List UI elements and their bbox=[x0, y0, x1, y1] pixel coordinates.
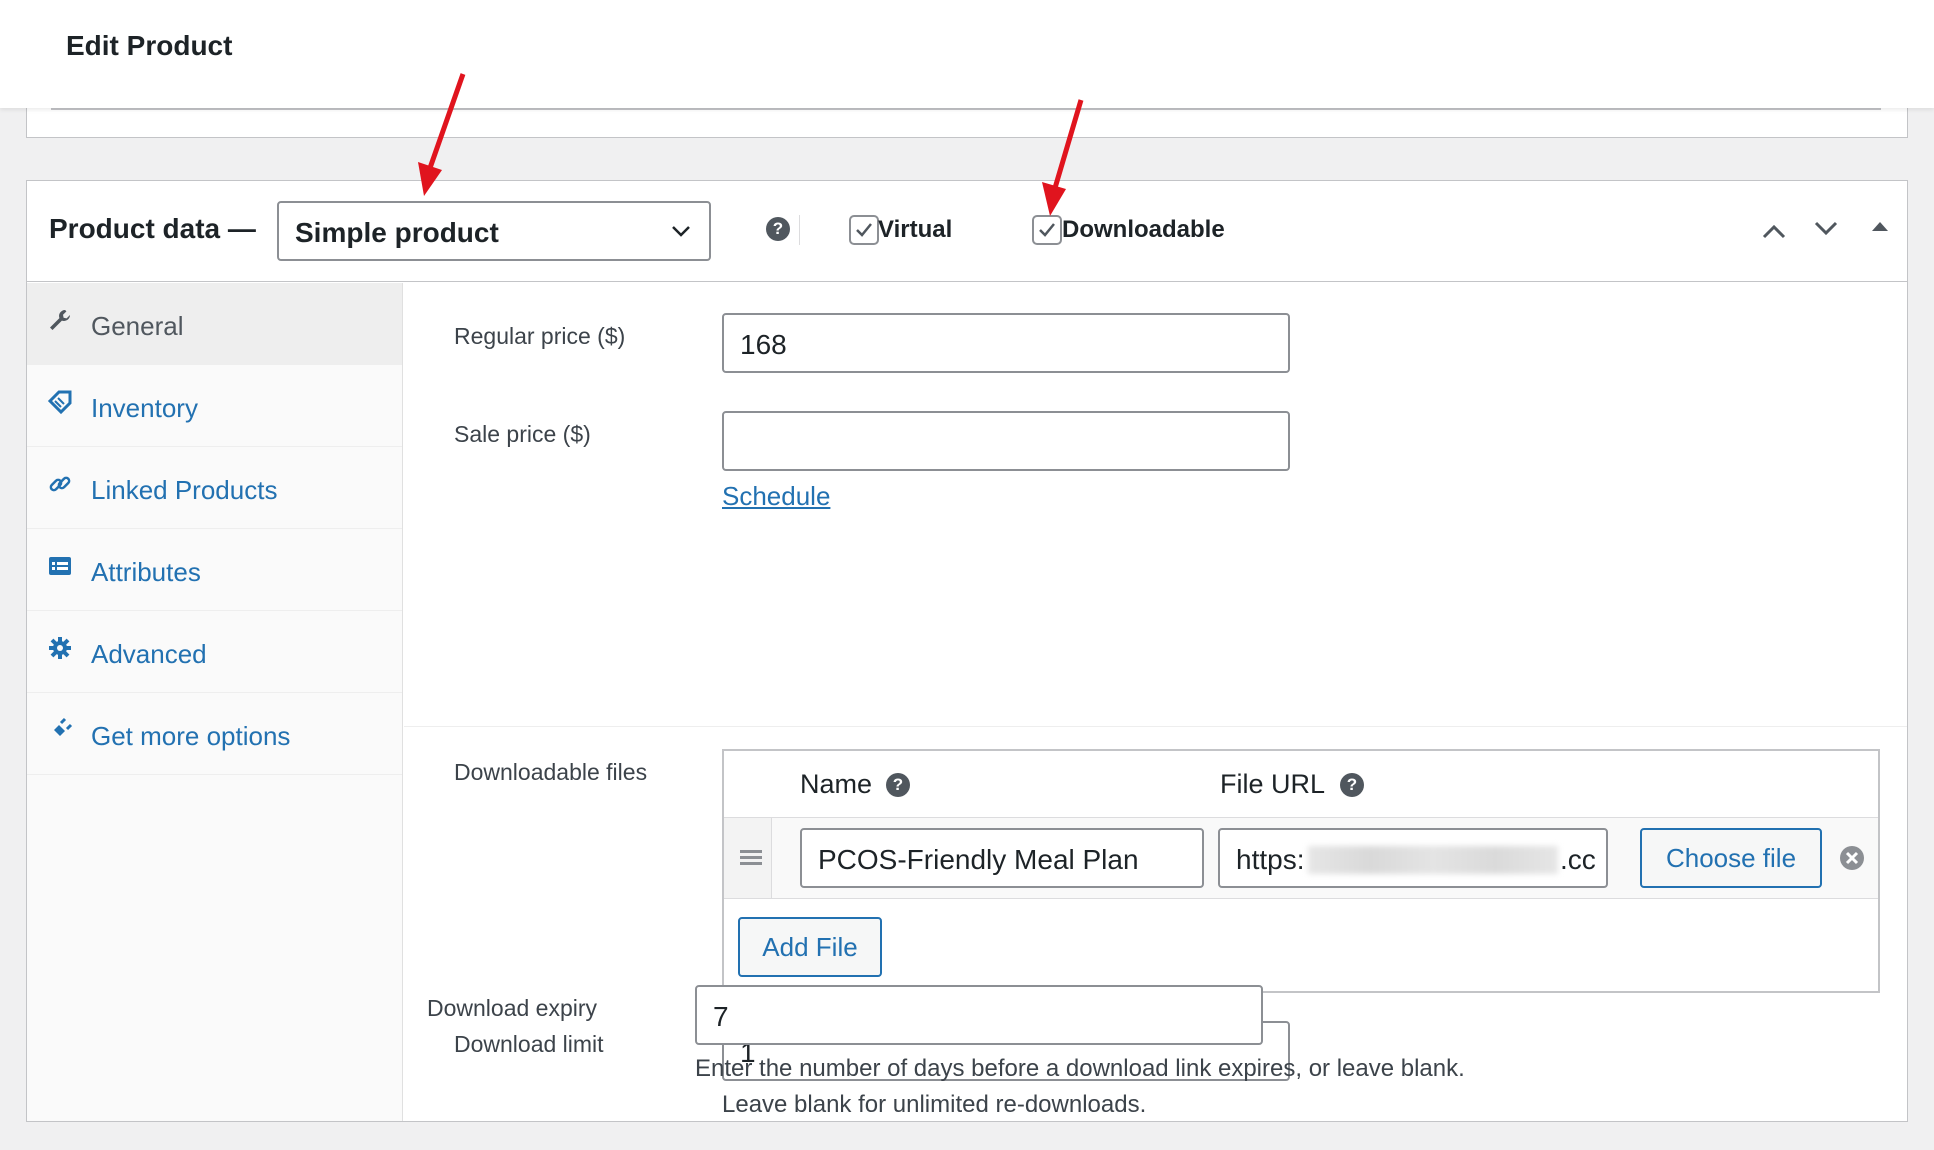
tab-advanced[interactable]: Advanced bbox=[27, 611, 402, 693]
checkmark-icon bbox=[1039, 223, 1055, 237]
product-type-select[interactable]: Simple product bbox=[277, 201, 711, 261]
virtual-checkbox[interactable] bbox=[849, 215, 879, 245]
tab-label: Linked Products bbox=[91, 475, 278, 505]
list-icon bbox=[49, 557, 71, 575]
file-name-input[interactable]: PCOS-Friendly Meal Plan bbox=[800, 828, 1204, 888]
page-title: Edit Product bbox=[66, 30, 233, 61]
choose-file-button[interactable]: Choose file bbox=[1640, 828, 1822, 888]
schedule-link[interactable]: Schedule bbox=[722, 481, 830, 512]
divider bbox=[404, 726, 1907, 727]
tab-label: Get more options bbox=[91, 721, 291, 751]
table-row: PCOS-Friendly Meal Plan https: .cc Choos… bbox=[724, 817, 1878, 899]
product-type-value: Simple product bbox=[295, 217, 499, 248]
file-url-input[interactable]: https: .cc bbox=[1218, 828, 1608, 888]
annotation-arrow-icon bbox=[1042, 99, 1084, 216]
downloadable-label: Downloadable bbox=[1062, 216, 1225, 243]
tag-icon bbox=[47, 390, 72, 415]
redacted-url-blur bbox=[1308, 846, 1558, 874]
product-data-header: Product data — Simple product ? Virtual … bbox=[27, 181, 1907, 282]
drag-handle-icon[interactable] bbox=[724, 818, 772, 898]
gear-icon bbox=[49, 637, 71, 659]
chevron-down-icon[interactable] bbox=[1811, 213, 1841, 243]
column-header-file-url: File URL bbox=[1220, 769, 1326, 799]
file-url-end: .cc bbox=[1560, 844, 1596, 875]
download-expiry-value: 7 bbox=[713, 1001, 729, 1032]
downloadable-files-table: Name ? File URL ? PCOS-Friendly Meal Pla… bbox=[722, 749, 1880, 993]
file-name-value: PCOS-Friendly Meal Plan bbox=[818, 844, 1139, 875]
download-expiry-label: Download expiry bbox=[427, 995, 598, 1021]
collapse-triangle-icon[interactable] bbox=[1865, 211, 1895, 241]
chevron-down-icon bbox=[672, 226, 690, 237]
tab-inventory[interactable]: Inventory bbox=[27, 365, 402, 447]
tab-linked-products[interactable]: Linked Products bbox=[27, 447, 402, 529]
top-bar: Edit Product bbox=[0, 0, 1934, 108]
download-expiry-section: Download expiry 7 Enter the number of da… bbox=[404, 960, 1904, 1100]
annotation-arrow-icon bbox=[418, 73, 466, 196]
checkmark-icon bbox=[856, 223, 872, 237]
sale-price-label: Sale price ($) bbox=[454, 421, 591, 447]
regular-price-input[interactable]: 168 bbox=[722, 313, 1290, 373]
tab-label: Inventory bbox=[91, 393, 198, 423]
file-url-start: https: bbox=[1236, 844, 1305, 875]
regular-price-value: 168 bbox=[740, 329, 787, 360]
regular-price-label: Regular price ($) bbox=[454, 323, 626, 349]
virtual-label: Virtual bbox=[878, 216, 953, 243]
remove-row-icon[interactable] bbox=[1838, 844, 1866, 872]
tab-attributes[interactable]: Attributes bbox=[27, 529, 402, 611]
download-expiry-input[interactable]: 7 bbox=[695, 985, 1263, 1045]
downloadable-files-label: Downloadable files bbox=[454, 759, 648, 785]
sale-price-input[interactable] bbox=[722, 411, 1290, 471]
download-expiry-description: Enter the number of days before a downlo… bbox=[695, 1055, 1465, 1082]
column-header-name: Name bbox=[800, 769, 873, 799]
tab-label: General bbox=[91, 311, 184, 341]
chevron-up-icon[interactable] bbox=[1759, 217, 1789, 247]
divider bbox=[799, 215, 800, 245]
product-data-label: Product data — bbox=[49, 213, 256, 244]
wrench-icon bbox=[50, 310, 70, 330]
tab-label: Advanced bbox=[91, 639, 207, 669]
help-icon[interactable]: ? bbox=[766, 217, 790, 241]
link-icon bbox=[49, 476, 71, 492]
product-data-tabs: General Inventory Linked Products Attrib… bbox=[27, 283, 403, 1121]
tab-get-more-options[interactable]: Get more options bbox=[27, 693, 402, 775]
help-icon[interactable]: ? bbox=[886, 773, 910, 797]
tab-label: Attributes bbox=[91, 557, 201, 587]
help-icon[interactable]: ? bbox=[1340, 773, 1364, 797]
plugin-icon bbox=[51, 717, 73, 739]
tab-general[interactable]: General bbox=[27, 283, 402, 365]
